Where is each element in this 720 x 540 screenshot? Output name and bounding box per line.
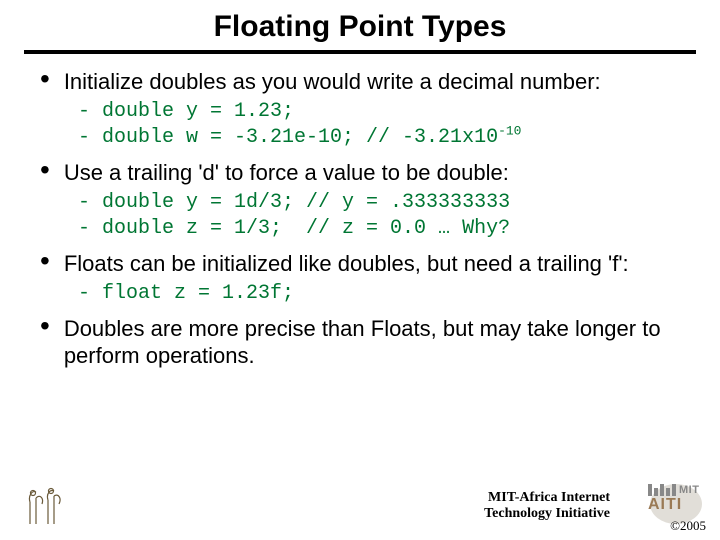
title-rule <box>24 50 696 54</box>
bullet-text: Use a trailing 'd' to force a value to b… <box>64 159 509 186</box>
footer: MIT-Africa Internet Technology Initiativ… <box>0 478 720 534</box>
code-line: - double z = 1/3; // z = 0.0 … Why? <box>78 216 690 242</box>
code-line: - float z = 1.23f; <box>78 281 690 307</box>
bullet-icon: • <box>40 159 50 181</box>
decorative-glyph-icon <box>22 484 64 526</box>
aiti-label: AITI <box>648 496 706 514</box>
bullet-item: • Doubles are more precise than Floats, … <box>40 315 690 369</box>
code-line: - double w = -3.21e-10; // -3.21x10-10 <box>78 125 690 151</box>
bullet-icon: • <box>40 315 50 337</box>
mit-label: MIT <box>679 484 699 496</box>
bullet-item: • Floats can be initialized like doubles… <box>40 250 690 277</box>
copyright: ©2005 <box>670 518 706 534</box>
slide-title: Floating Point Types <box>28 10 692 44</box>
code-block: - float z = 1.23f; <box>78 281 690 307</box>
bullet-icon: • <box>40 250 50 272</box>
code-line: - double y = 1d/3; // y = .333333333 <box>78 190 690 216</box>
footer-org: MIT-Africa Internet Technology Initiativ… <box>484 490 610 522</box>
footer-org-line: Technology Initiative <box>484 506 610 522</box>
bullet-text: Floats can be initialized like doubles, … <box>64 250 629 277</box>
footer-org-line: MIT-Africa Internet <box>484 490 610 506</box>
bullet-icon: • <box>40 68 50 90</box>
bullet-text: Initialize doubles as you would write a … <box>64 68 601 95</box>
code-line: - double y = 1.23; <box>78 99 690 125</box>
bullet-item: • Use a trailing 'd' to force a value to… <box>40 159 690 186</box>
slide-content: • Initialize doubles as you would write … <box>28 68 692 369</box>
code-block: - double y = 1.23; - double w = -3.21e-1… <box>78 99 690 151</box>
code-block: - double y = 1d/3; // y = .333333333 - d… <box>78 190 690 242</box>
bullet-item: • Initialize doubles as you would write … <box>40 68 690 95</box>
bullet-text: Doubles are more precise than Floats, bu… <box>64 315 690 369</box>
